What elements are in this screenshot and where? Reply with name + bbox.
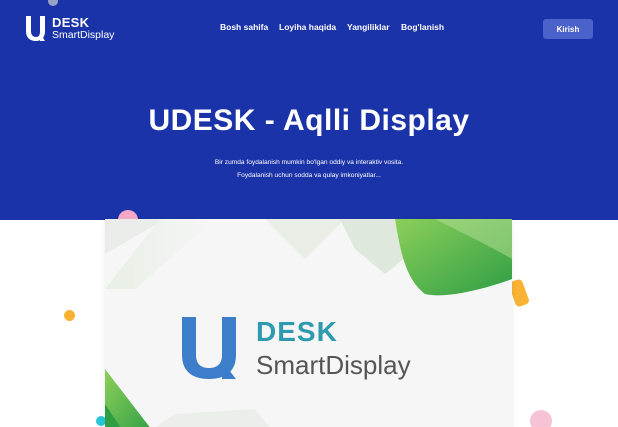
preview-brand-logo: DESK SmartDisplay: [178, 315, 411, 381]
u-logo-icon: [26, 16, 45, 41]
product-preview-card: DESK SmartDisplay: [105, 219, 512, 427]
nav-link-about[interactable]: Loyiha haqida: [279, 22, 336, 32]
login-button[interactable]: Kirish: [543, 19, 593, 39]
u-logo-icon: [182, 317, 236, 379]
nav-link-contact[interactable]: Bog'lanish: [401, 22, 444, 32]
hero-description-line-1: Bir zumda foydalanish mumkin bo'lgan odd…: [214, 159, 404, 166]
hero-section: DESK SmartDisplay Bosh sahifa Loyiha haq…: [0, 0, 618, 427]
decor-dot-pink: [530, 410, 552, 427]
hero-description-line-2: Foydalanish uchun sodda va qulay imkoniy…: [237, 172, 381, 179]
preview-brand-subtitle: SmartDisplay: [256, 350, 411, 380]
hero-title: UDESK - Aqlli Display: [148, 104, 470, 137]
brand-subtitle: SmartDisplay: [52, 29, 115, 42]
top-navbar: DESK SmartDisplay Bosh sahifa Loyiha haq…: [0, 0, 618, 58]
brand-logo[interactable]: DESK SmartDisplay: [23, 15, 114, 42]
brand-name: DESK: [52, 15, 90, 31]
nav-link-home[interactable]: Bosh sahifa: [220, 22, 268, 32]
nav-link-news[interactable]: Yangiliklar: [347, 22, 390, 32]
preview-brand-name: DESK: [256, 316, 338, 347]
hero-description: Bir zumda foydalanish mumkin bo'lgan odd…: [0, 156, 618, 182]
decor-dot-orange: [64, 310, 75, 321]
